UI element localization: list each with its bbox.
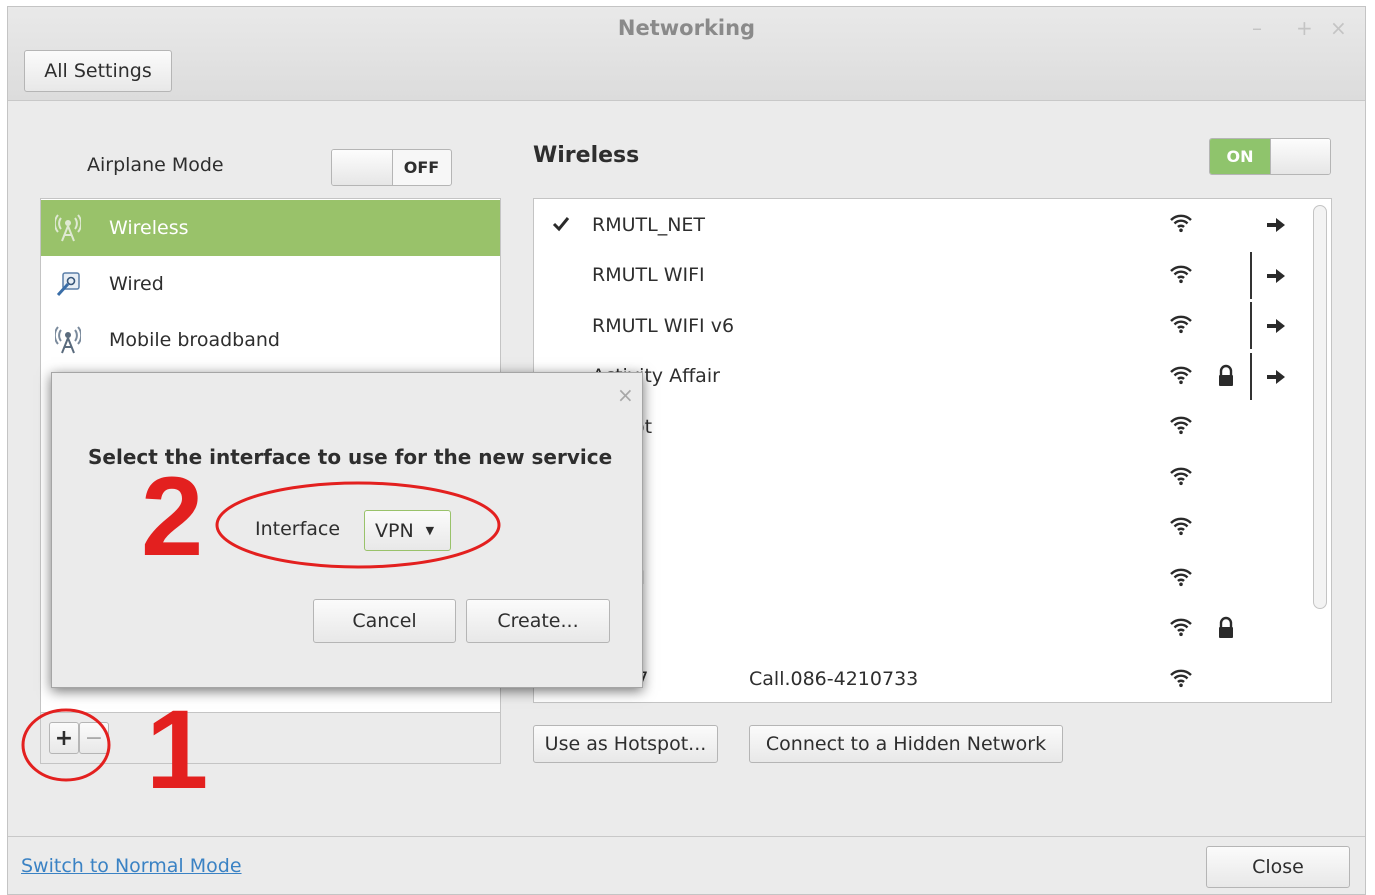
annotation-step-2: 2 xyxy=(141,454,204,579)
annotation-ellipse-interface xyxy=(215,481,501,569)
annotation-ellipse-add xyxy=(21,708,111,782)
annotation-step-1: 1 xyxy=(146,687,209,812)
